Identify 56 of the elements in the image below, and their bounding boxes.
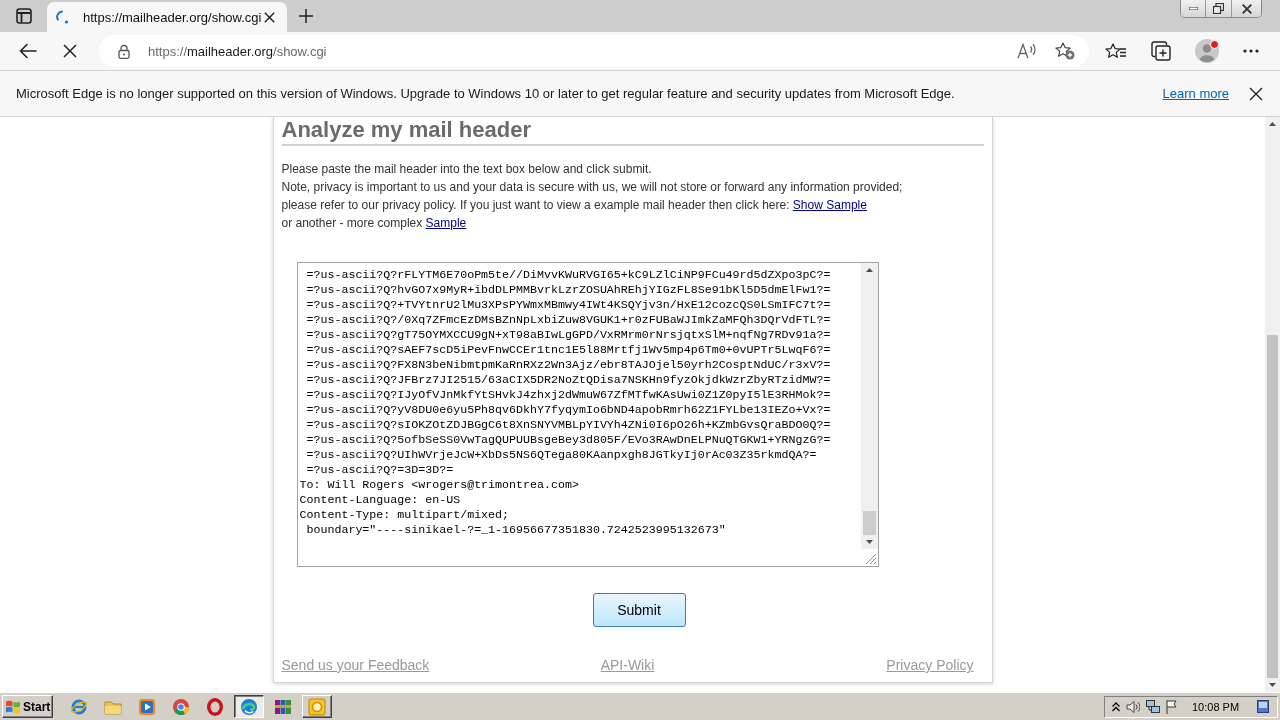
network-icon[interactable] (1146, 699, 1160, 714)
tile-icon (308, 697, 326, 716)
speaker-icon[interactable] (1126, 700, 1140, 713)
learn-more-link[interactable]: Learn more (1162, 86, 1229, 101)
segmented-circle-icon (172, 697, 190, 716)
scroll-up-arrow-icon[interactable] (1269, 122, 1276, 126)
more-icon[interactable] (1243, 49, 1259, 53)
back-arrow-icon[interactable] (19, 43, 37, 59)
notification-dot-icon (1210, 40, 1219, 49)
orbit-icon (70, 697, 88, 716)
close-icon (1241, 3, 1252, 14)
infobar-message: Microsoft Edge is no longer supported on this version of Windows. Upgrade to Windows 10 or later to get regular feature and security updates from Microsoft Edge. (16, 86, 955, 101)
minimize-icon (1188, 7, 1198, 10)
intro-text: Note, privacy is important to us and your data is secure with us, we will not store or forward any information provided; (281, 179, 904, 196)
scrollbar[interactable] (860, 263, 878, 549)
plus-icon[interactable] (299, 9, 313, 23)
avatar-icon[interactable] (1195, 39, 1219, 63)
chevron-up-icon[interactable] (1112, 701, 1120, 712)
submit-button[interactable]: Submit (592, 593, 686, 627)
intro-text: Please paste the mail header into the text box below and click submit. (281, 161, 653, 178)
scrollbar-thumb[interactable] (862, 511, 876, 535)
browser-tab[interactable]: https://mailheader.org/show.cgi (47, 2, 287, 32)
swirl-icon (240, 697, 258, 716)
close-icon[interactable] (264, 11, 275, 23)
sample-link[interactable]: Sample (425, 216, 467, 230)
ring-icon (206, 697, 224, 716)
favorites-icon[interactable] (1105, 43, 1127, 59)
flag-icon[interactable] (1166, 699, 1178, 714)
collections-icon[interactable] (1151, 41, 1171, 61)
sample-link[interactable]: Show Sample (792, 198, 867, 212)
restore-icon (1213, 3, 1224, 14)
scroll-down-arrow-icon[interactable] (865, 540, 873, 544)
resize-grip-icon[interactable] (865, 554, 876, 564)
taskbar-button[interactable] (234, 695, 264, 718)
scroll-up-arrow-icon[interactable] (865, 268, 873, 272)
close-icon[interactable] (1249, 86, 1263, 101)
scrollbar-thumb[interactable] (1267, 335, 1278, 678)
read-aloud-icon[interactable] (1017, 43, 1037, 59)
stacked-books-icon (274, 697, 292, 716)
star-plus-icon[interactable] (1055, 42, 1075, 60)
close-button[interactable] (1231, 0, 1261, 17)
mail-header-field[interactable]: =?us-ascii?Q?rFLYTM6E70oPm5te//DiMvvKWuRVGI65+kC9LZlCiNP9FCu49rd5dZXpo3pC?= =?us-ascii?Q?hvGO7x9MyR+ibdDLPMMBvrkLzrZOSUAhREhjYIGzFL8Se91bKl5D5dmElFw1?= =?us-ascii?Q?+TVYtnrU2lMu3XPsPYWmxMBmwy4IWt4KSQYjv3n/HxE12cozcQS0LSmIFC7t?= =?us-ascii?Q?/0Xq7ZFmcEzDMsBZnNpLxbiZuw8VGUK1+r0zFUBaWJImkZaMFQh3DQrVdFTL?= =?us-ascii?Q?gT75OYMXCCU9gN+xT98aBIwLgGPD/VxRMrm0rNrsjqtxSlM+nqfNg7RDv91a?= =?us-ascii?Q?sAEF7scD5iPevFnwCCEr1tnc1E5l88Mrtfj1Wv5mp4p6Tm0+0vUPTr5LwqF6?= =?us-ascii?Q?FX8N3beNibmtpmKaRnRXz2Wn3Ajz/ebr8TAJOjel50yrh2CosptNdUC/r3xV?= =?us-ascii?Q?JFBrz7JI2515/63aCIX5DR2NoZtQDisa7NSKHn9fyzOkjdkWzrZbyRTzidMW?= =?us-ascii?Q?IJyOfVJnMkfYtSHvkJ4zhxj2dWmuW67ZfMTfwKAsUwi0Z1Z0pyI5lE3RHMok?= =?us-ascii?Q?yV8DU0e6yu5Ph8qv6DkhY7fyqymIo6bND4apobRmrh62Z1FYLbe13IEZo+Vx?= =?us-ascii?Q?sIOKZOtZDJBGgC6t8XnSNYVMBLpYIVYh4ZNi0I6pO26h+KZmbGvsQraBDO0Q?= =?us-ascii?Q?5ofbSeSS0VwTagQUPUUBsgeBey3d805F/EVo3RAwDnELPNuQTGKW1+YRNgzG?= =?us-ascii?Q?UIhWVrjeJcW+XbDs5NS6QTega80KAanpxgh8JGTkyIj0rAc03Z35rkmdQA?= =?us-ascii?Q?=3D=3D?= To: Will Rogers <wrogers@trimontrea.com> Content-Language: en-US Content-Type: multipart/mixed; boundary="----sinikael-?=_1-16956677351830.7242523995132673" (296, 262, 879, 567)
windows-flag-icon (5, 699, 21, 714)
show-desktop-icon[interactable] (1257, 700, 1269, 713)
intro-text: or another - more complex Sample (281, 215, 468, 232)
start-button[interactable]: Start (2, 695, 53, 718)
stop-icon[interactable] (63, 44, 77, 58)
intro-text: please refer to our privacy policy. If you just want to view a example mail header then click here: Show Sample (281, 197, 868, 214)
restore-button[interactable] (1205, 0, 1231, 17)
play-icon (138, 697, 156, 716)
scrollbar[interactable] (1265, 117, 1280, 692)
tab-actions-icon[interactable] (16, 8, 32, 24)
clock-text: 10:08 PM (1192, 700, 1240, 713)
page-heading: Analyze my mail header (281, 119, 532, 141)
scroll-down-arrow-icon[interactable] (1269, 683, 1276, 687)
lock-icon (118, 43, 130, 59)
